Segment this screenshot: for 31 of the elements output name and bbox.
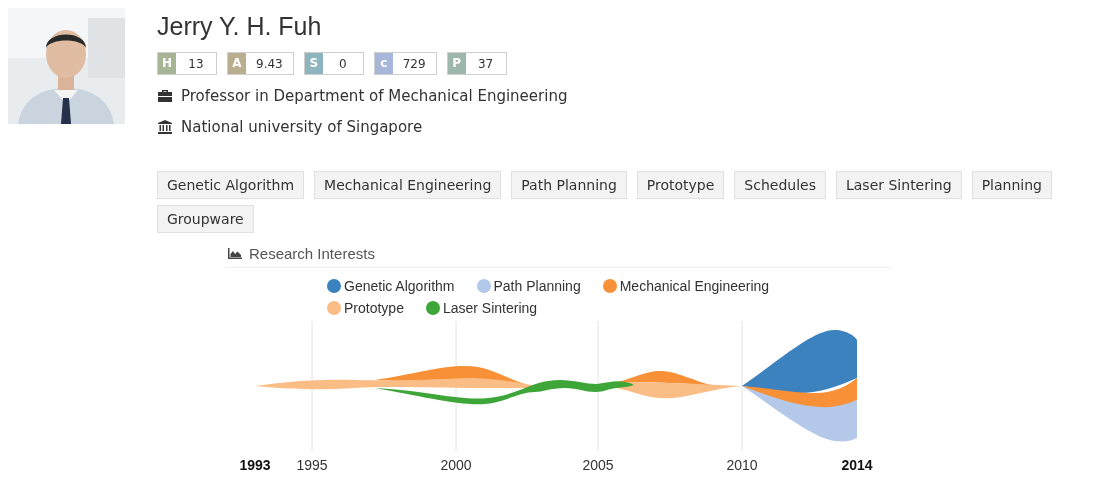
axis-label: 1995 [296, 457, 328, 473]
affiliation-text: National university of Singapore [181, 117, 423, 136]
area-chart-icon [228, 248, 242, 259]
metric-badge: c 729 [373, 52, 437, 75]
topic-tag[interactable]: Prototype [636, 171, 725, 199]
institution-icon [157, 119, 173, 134]
axis-label: 2000 [440, 457, 472, 473]
legend-item[interactable]: Mechanical Engineering [602, 278, 770, 294]
metric-badge: A 9.43 [227, 52, 294, 75]
legend-item[interactable]: Path Planning [476, 278, 581, 294]
topic-tag[interactable]: Groupware [157, 205, 254, 233]
topic-tag[interactable]: Planning [971, 171, 1052, 199]
axis-label: 2010 [726, 457, 758, 473]
metric-badge: H 13 [157, 52, 217, 75]
legend-item[interactable]: Laser Sintering [425, 300, 538, 316]
legend-item[interactable]: Genetic Algorithm [327, 278, 455, 294]
briefcase-icon [157, 88, 173, 103]
metric-badge: P 37 [446, 52, 507, 75]
topic-tag[interactable]: Laser Sintering [836, 171, 962, 199]
axis-label: 2005 [582, 457, 614, 473]
position-text: Professor in Department of Mechanical Engineering [181, 86, 568, 105]
topic-tag[interactable]: Path Planning [511, 171, 627, 199]
axis-label: 2014 [841, 457, 873, 473]
topic-tag[interactable]: Mechanical Engineering [314, 171, 502, 199]
section-title: Research Interests [249, 245, 375, 262]
axis-label: 1993 [239, 457, 271, 473]
person-name: Jerry Y. H. Fuh [157, 12, 323, 42]
topic-tag[interactable]: Schedules [734, 171, 826, 199]
topic-tag[interactable]: Genetic Algorithm [157, 171, 305, 199]
metric-badge: S 0 [303, 52, 364, 75]
legend-item[interactable]: Prototype [327, 300, 404, 316]
